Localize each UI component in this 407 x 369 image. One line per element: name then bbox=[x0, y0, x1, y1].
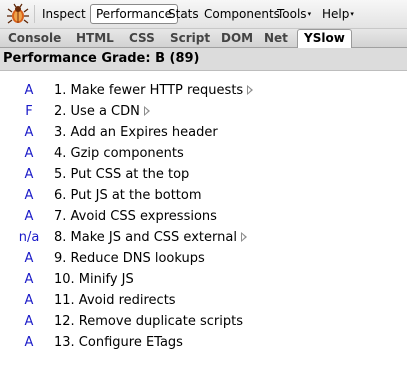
rule-grade: A bbox=[24, 167, 34, 182]
rule-grade: n/a bbox=[18, 230, 40, 245]
rule-row[interactable]: A 1. Make fewer HTTP requests bbox=[0, 80, 407, 101]
rule-item[interactable]: 2. Use a CDN bbox=[54, 101, 150, 122]
rule-row[interactable]: n/a 8. Make JS and CSS external bbox=[0, 227, 407, 248]
tab-script[interactable]: Script bbox=[164, 30, 216, 47]
tab-console[interactable]: Console bbox=[2, 30, 67, 47]
tab-net[interactable]: Net bbox=[258, 30, 294, 47]
rule-row[interactable]: A 9. Reduce DNS lookups bbox=[0, 248, 407, 269]
rule-grade: A bbox=[24, 314, 34, 329]
rule-grade: A bbox=[24, 293, 34, 308]
rule-row[interactable]: A 3. Add an Expires header bbox=[0, 122, 407, 143]
rule-label: 10. Minify JS bbox=[54, 272, 134, 287]
rule-row[interactable]: A 4. Gzip components bbox=[0, 143, 407, 164]
firebug-panel-tabs: Console HTML CSS Script DOM Net YSlow bbox=[0, 29, 407, 48]
expand-arrow-icon[interactable] bbox=[247, 85, 254, 95]
rule-grade: A bbox=[24, 335, 34, 350]
rule-item[interactable]: 1. Make fewer HTTP requests bbox=[54, 80, 254, 101]
tab-css[interactable]: CSS bbox=[123, 30, 161, 47]
performance-grade-bar: Performance Grade: B (89) bbox=[0, 48, 407, 71]
rule-item[interactable]: 3. Add an Expires header bbox=[54, 122, 218, 143]
rule-item[interactable]: 10. Minify JS bbox=[54, 269, 134, 290]
rule-grade: A bbox=[24, 272, 34, 287]
rule-row[interactable]: A 7. Avoid CSS expressions bbox=[0, 206, 407, 227]
rule-label: 3. Add an Expires header bbox=[54, 125, 218, 140]
rule-label: 2. Use a CDN bbox=[54, 104, 140, 119]
rule-item[interactable]: 7. Avoid CSS expressions bbox=[54, 206, 217, 227]
yslow-toolbar: Inspect Performance Stats Components Too… bbox=[0, 0, 407, 29]
toolbar-stats-button[interactable]: Stats bbox=[163, 4, 204, 24]
rule-grade: A bbox=[24, 251, 34, 266]
rule-row[interactable]: F 2. Use a CDN bbox=[0, 101, 407, 122]
rule-label: 7. Avoid CSS expressions bbox=[54, 209, 217, 224]
rule-item[interactable]: 9. Reduce DNS lookups bbox=[54, 248, 205, 269]
firebug-icon[interactable] bbox=[7, 3, 29, 25]
rule-label: 13. Configure ETags bbox=[54, 335, 183, 350]
rule-item[interactable]: 6. Put JS at the bottom bbox=[54, 185, 202, 206]
rule-label: 11. Avoid redirects bbox=[54, 293, 176, 308]
rule-grade: A bbox=[24, 209, 34, 224]
rule-label: 1. Make fewer HTTP requests bbox=[54, 83, 244, 98]
rule-row[interactable]: A 5. Put CSS at the top bbox=[0, 164, 407, 185]
toolbar-inspect-button[interactable]: Inspect bbox=[37, 4, 91, 24]
rule-grade: A bbox=[24, 146, 34, 161]
tab-html[interactable]: HTML bbox=[70, 30, 120, 47]
rule-label: 8. Make JS and CSS external bbox=[54, 230, 237, 245]
tab-yslow[interactable]: YSlow bbox=[297, 29, 352, 48]
rule-item[interactable]: 13. Configure ETags bbox=[54, 332, 183, 353]
rule-grade: A bbox=[24, 125, 34, 140]
expand-arrow-icon[interactable] bbox=[240, 232, 247, 242]
rule-item[interactable]: 8. Make JS and CSS external bbox=[54, 227, 247, 248]
rule-item[interactable]: 12. Remove duplicate scripts bbox=[54, 311, 243, 332]
rule-row[interactable]: A 11. Avoid redirects bbox=[0, 290, 407, 311]
toolbar-divider bbox=[34, 5, 35, 23]
rule-row[interactable]: A 6. Put JS at the bottom bbox=[0, 185, 407, 206]
rule-grade: A bbox=[24, 83, 34, 98]
rule-grade: A bbox=[24, 188, 34, 203]
rule-label: 5. Put CSS at the top bbox=[54, 167, 190, 182]
chevron-down-icon: ▾ bbox=[307, 10, 312, 18]
tab-dom[interactable]: DOM bbox=[215, 30, 259, 47]
rule-grade: F bbox=[25, 104, 33, 119]
rule-item[interactable]: 11. Avoid redirects bbox=[54, 290, 176, 311]
performance-grade-label: Performance Grade: bbox=[3, 51, 151, 66]
rule-item[interactable]: 4. Gzip components bbox=[54, 143, 184, 164]
rule-label: 9. Reduce DNS lookups bbox=[54, 251, 205, 266]
rule-label: 12. Remove duplicate scripts bbox=[54, 314, 244, 329]
performance-grade-title: Performance Grade: B (89) bbox=[3, 48, 200, 70]
performance-grade-value: B (89) bbox=[155, 51, 200, 66]
toolbar-tools-menu[interactable]: Tools▾ bbox=[272, 4, 316, 24]
chevron-down-icon: ▾ bbox=[350, 10, 354, 18]
toolbar-help-menu[interactable]: Help▾ bbox=[317, 4, 359, 24]
rule-label: 6. Put JS at the bottom bbox=[54, 188, 202, 203]
rule-row[interactable]: A 12. Remove duplicate scripts bbox=[0, 311, 407, 332]
expand-arrow-icon[interactable] bbox=[143, 106, 150, 116]
rule-item[interactable]: 5. Put CSS at the top bbox=[54, 164, 189, 185]
rule-row[interactable]: A 13. Configure ETags bbox=[0, 332, 407, 353]
rule-row[interactable]: A 10. Minify JS bbox=[0, 269, 407, 290]
rule-label: 4. Gzip components bbox=[54, 146, 184, 161]
